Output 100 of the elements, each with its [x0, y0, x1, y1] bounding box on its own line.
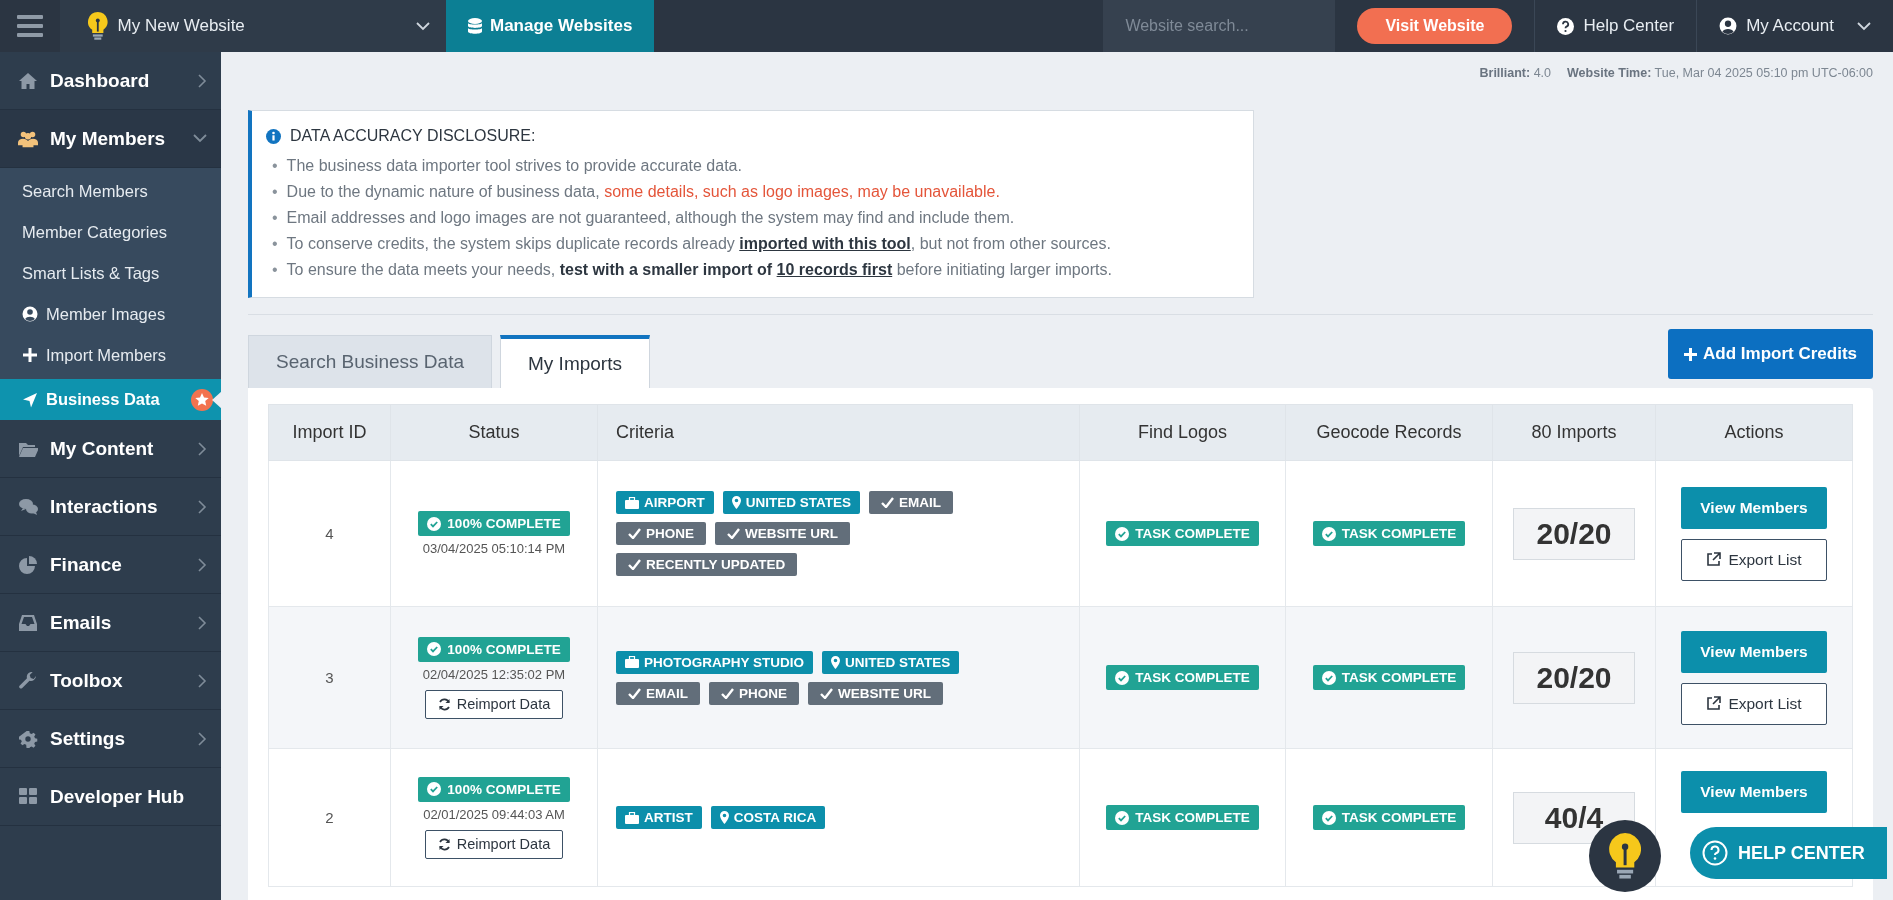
website-selector[interactable]: My New Website: [60, 0, 446, 52]
criteria-tag: PHOTOGRAPHY STUDIO: [616, 650, 814, 674]
bullet-mark: •: [272, 156, 278, 176]
website-search-field[interactable]: Website search...: [1103, 0, 1336, 52]
add-credits-button[interactable]: Add Import Credits: [1668, 329, 1873, 379]
bullet-mark: •: [272, 260, 278, 280]
status-badge: 100% COMPLETE: [418, 636, 570, 662]
check-icon: [721, 687, 734, 699]
check-icon: [628, 559, 641, 570]
menu-icon: [17, 15, 43, 37]
help-center-link[interactable]: Help Center: [1534, 0, 1697, 52]
check-circle-icon: [1115, 810, 1130, 825]
chevron-right-icon: [198, 731, 207, 746]
website-name: My New Website: [117, 16, 246, 36]
disclosure-item: The business data importer tool strives to provide accurate data.: [286, 156, 742, 176]
lightbulb-icon: [1608, 833, 1642, 879]
view-members-button[interactable]: View Members: [1681, 630, 1827, 673]
task-badge: TASK COMPLETE: [1106, 521, 1259, 546]
sidebar-item[interactable]: Finance: [0, 536, 221, 594]
column-header: Criteria: [597, 404, 1080, 461]
map-pin-icon: [831, 655, 841, 669]
sidebar-item[interactable]: My Members: [0, 110, 221, 168]
account-menu[interactable]: My Account: [1696, 0, 1893, 52]
chevron-down-icon: [1857, 21, 1871, 31]
chevron-right-icon: [198, 615, 207, 630]
export-list-button[interactable]: Export List: [1681, 682, 1827, 725]
sidebar-item[interactable]: Emails: [0, 594, 221, 652]
sidebar-subitem[interactable]: Business Data: [0, 379, 221, 420]
criteria-tag: UNITED STATES: [822, 650, 960, 674]
check-icon: [628, 528, 641, 539]
help-center-button[interactable]: HELP CENTER: [1690, 827, 1887, 879]
reimport-button[interactable]: Reimport Data: [424, 689, 564, 719]
sidebar-item[interactable]: Settings: [0, 710, 221, 768]
column-header: Import ID: [268, 404, 391, 461]
criteria-tag: EMAIL: [616, 681, 700, 705]
column-header: Actions: [1655, 404, 1853, 461]
sidebar-item[interactable]: Interactions: [0, 478, 221, 536]
check-icon: [628, 687, 641, 699]
import-date: 02/04/2025 12:35:02 PM: [421, 666, 567, 682]
tab[interactable]: Search Business Data: [248, 335, 492, 388]
column-header: Find Logos: [1079, 404, 1286, 461]
disclosure-item: Due to the dynamic nature of business data, some details, such as logo images, may be unavailable.: [286, 182, 1000, 202]
sidebar-item[interactable]: Toolbox: [0, 652, 221, 710]
bullet-mark: •: [272, 182, 278, 202]
task-badge: TASK COMPLETE: [1312, 805, 1466, 830]
column-header: Geocode Records: [1285, 404, 1493, 461]
tab[interactable]: My Imports: [500, 335, 650, 388]
sidebar-subitem[interactable]: Smart Lists & Tags: [0, 256, 221, 290]
table-cell: 4: [268, 460, 391, 607]
plus-icon: [22, 347, 38, 363]
sidebar-subitem[interactable]: Member Images: [0, 297, 221, 331]
user-circle-icon: [22, 306, 38, 322]
criteria-tag: UNITED STATES: [722, 491, 860, 514]
info-text: Brilliant: 4.0: [1479, 66, 1552, 82]
help-circle-icon: [1702, 840, 1728, 866]
column-header: 80 Imports: [1492, 404, 1656, 461]
chevron-right-icon: [198, 499, 207, 514]
home-icon: [18, 71, 38, 90]
chevron-down-icon: [416, 21, 430, 31]
criteria-tag: RECENTLY UPDATED: [616, 553, 798, 576]
wrench-icon: [18, 671, 38, 690]
column-header: Status: [390, 404, 598, 461]
import-date: 03/04/2025 05:10:14 PM: [421, 541, 567, 556]
criteria-tag: PHONE: [616, 522, 706, 545]
check-icon: [727, 528, 740, 539]
chevron-right-icon: [198, 73, 207, 88]
disclosure-item: Email addresses and logo images are not guaranteed, although the system may find and include them.: [286, 208, 1015, 228]
briefcase-icon: [625, 656, 639, 668]
export-list-button[interactable]: Export List: [1681, 538, 1827, 581]
view-members-button[interactable]: View Members: [1681, 486, 1827, 529]
briefcase-icon: [625, 496, 639, 509]
lightbulb-icon: [88, 12, 108, 40]
sidebar-item[interactable]: My Content: [0, 420, 221, 478]
sidebar-subitem[interactable]: Search Members: [0, 174, 221, 208]
check-circle-icon: [1321, 670, 1336, 685]
task-badge: TASK COMPLETE: [1312, 665, 1466, 690]
chevron-right-icon: [198, 557, 207, 572]
text-link[interactable]: 10 records first: [776, 261, 893, 278]
check-circle-icon: [427, 642, 442, 656]
criteria-tag: EMAIL: [869, 491, 953, 514]
refresh-icon: [437, 837, 451, 851]
disclosure-item: To ensure the data meets your needs, test with a smaller import of 10 records first before initiating larger imports.: [286, 260, 1112, 280]
reimport-button[interactable]: Reimport Data: [424, 829, 564, 859]
text-link[interactable]: imported with this tool: [739, 235, 911, 252]
external-link-icon: [1706, 552, 1722, 567]
manage-websites-tab[interactable]: Manage Websites: [446, 0, 655, 52]
sidebar-subitem[interactable]: Import Members: [0, 338, 221, 372]
info-icon: [266, 128, 281, 144]
inbox-icon: [18, 613, 38, 632]
table-cell: 2: [268, 748, 391, 887]
sidebar-subitem[interactable]: Member Categories: [0, 215, 221, 249]
disclosure-title: DATA ACCURACY DISCLOSURE:: [290, 127, 536, 145]
location-arrow-icon: [22, 391, 38, 408]
status-badge: 100% COMPLETE: [418, 511, 570, 536]
criteria-tag: COSTA RICA: [710, 806, 826, 829]
view-members-button[interactable]: View Members: [1681, 770, 1827, 813]
check-circle-icon: [427, 516, 442, 531]
disclosure-item: To conserve credits, the system skips duplicate records already imported with this tool, but not from other sources.: [286, 234, 1111, 254]
check-circle-icon: [1321, 526, 1336, 541]
sidebar-item[interactable]: Developer Hub: [0, 768, 221, 826]
